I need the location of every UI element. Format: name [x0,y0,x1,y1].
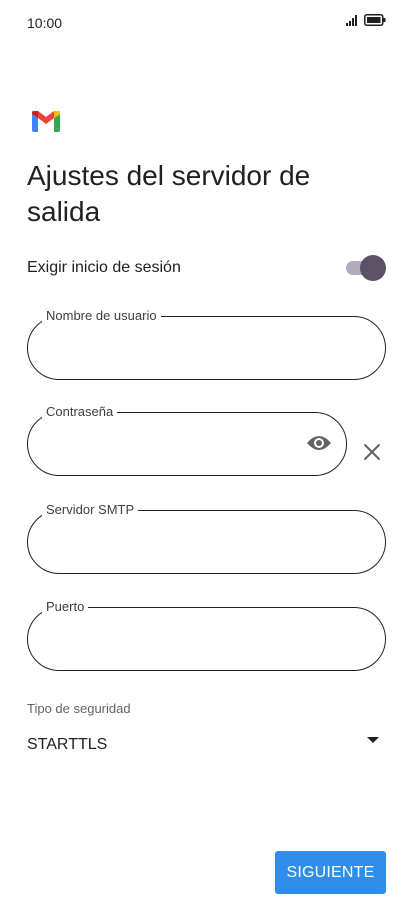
dropdown-arrow-icon [367,737,379,743]
smtp-server-label: Servidor SMTP [42,502,139,518]
smtp-server-field[interactable]: Servidor SMTP [27,502,386,574]
require-login-toggle[interactable] [344,255,386,281]
page-title: Ajustes del servidor de salida [27,160,311,227]
status-time: 10:00 [27,15,63,31]
require-login-row: Exigir inicio de sesión [27,252,386,284]
require-login-label: Exigir inicio de sesión [27,259,181,276]
status-icons [346,14,386,26]
toggle-thumb [360,255,386,281]
username-label: Nombre de usuario [42,308,161,324]
security-type-label: Tipo de seguridad [27,701,131,716]
port-label: Puerto [42,599,89,615]
port-field[interactable]: Puerto [27,599,386,671]
status-bar: 10:00 [0,0,413,48]
security-type-select[interactable]: STARTTLS [27,728,386,760]
battery-icon [364,14,386,26]
eye-icon[interactable] [306,433,332,453]
gmail-logo [32,110,60,132]
password-label: Contraseña [42,404,118,420]
next-button[interactable]: SIGUIENTE [275,851,386,894]
password-field[interactable]: Contraseña [27,404,347,476]
security-type-value: STARTTLS [27,736,108,753]
close-icon[interactable] [362,442,382,462]
signal-icon [346,15,357,26]
username-field[interactable]: Nombre de usuario [27,308,386,380]
